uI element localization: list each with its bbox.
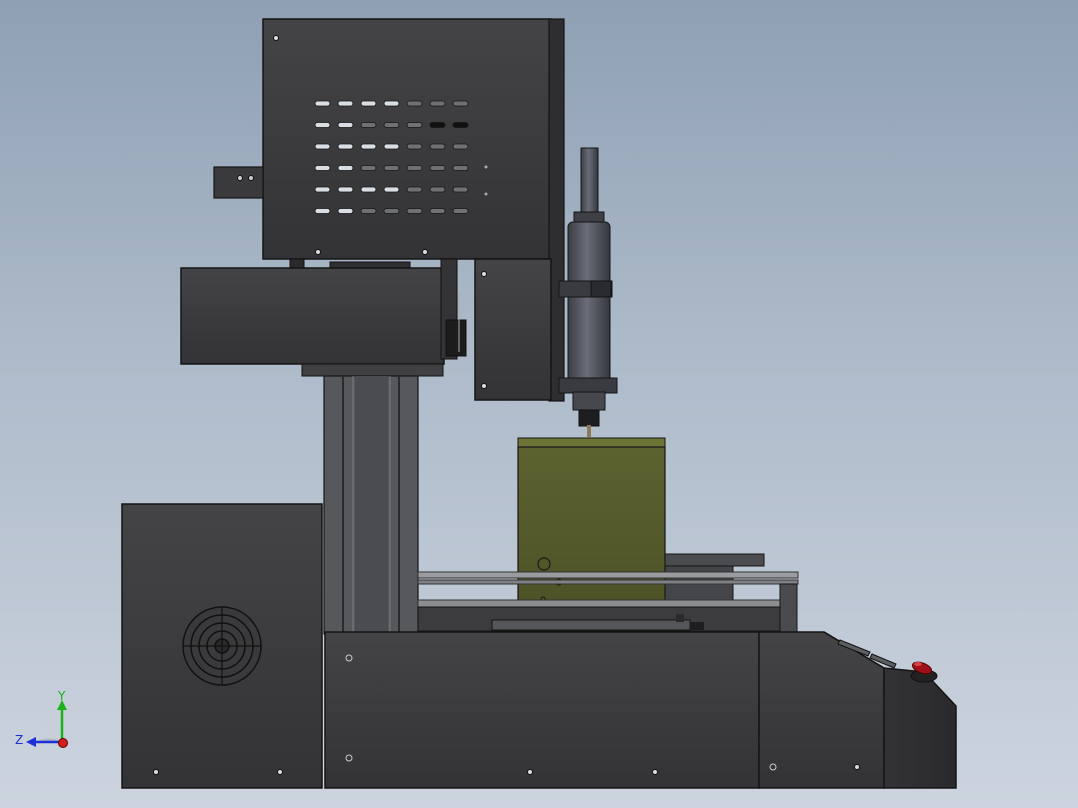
vent-slot [360,100,377,107]
vent-slot [360,186,377,193]
vent-slot [429,208,446,214]
cad-viewport[interactable]: Y Z [0,0,1078,808]
vent-slot [314,186,331,193]
power-supply-box [121,503,323,789]
z-motor-housing [180,258,467,377]
vent-slot [383,143,400,150]
vent-slot [429,186,446,193]
vent-slot [429,122,446,128]
vent-slot [383,208,400,214]
vent-slot [383,186,400,193]
cnc-machine-side-view: Y Z [15,18,957,789]
vent-slot [452,165,469,171]
spindle [558,147,618,437]
vent-slot [406,208,423,214]
vent-slot [452,143,469,150]
vent-slot [337,165,354,171]
control-console [758,631,957,789]
vent-slot [337,208,354,214]
vent-slot [383,100,400,107]
orientation-triad[interactable]: Y Z [15,689,68,748]
vent-slot [337,186,354,193]
vent-slot [337,143,354,150]
vent-slot [337,100,354,107]
z-column [323,375,419,635]
vent-slot [452,122,469,128]
vent-slot [406,186,423,193]
vent-slot [406,122,423,128]
vent-slot [314,100,331,107]
vent-slot [452,208,469,214]
triad-z-label: Z [15,733,23,747]
workpiece-block [517,437,666,621]
vent-slot [360,143,377,150]
vent-slot [406,165,423,171]
vent-slot [360,208,377,214]
vent-slot [429,165,446,171]
triad-y-label: Y [57,689,66,703]
vent-slot [360,165,377,171]
vent-slot [314,208,331,214]
side-bracket [213,166,264,199]
vent-slot [314,165,331,171]
vent-slot [452,186,469,193]
vent-slot [452,100,469,107]
vent-slot [314,122,331,128]
vent-slot [314,143,331,150]
fan-grille [182,606,262,686]
vent-slot [337,122,354,128]
vent-slot [429,143,446,150]
vent-slot [383,165,400,171]
vent-slot [383,122,400,128]
vent-slot [429,100,446,107]
vent-slot [406,100,423,107]
vent-slot [406,143,423,150]
vent-slot [360,122,377,128]
base-cabinet [324,631,760,789]
